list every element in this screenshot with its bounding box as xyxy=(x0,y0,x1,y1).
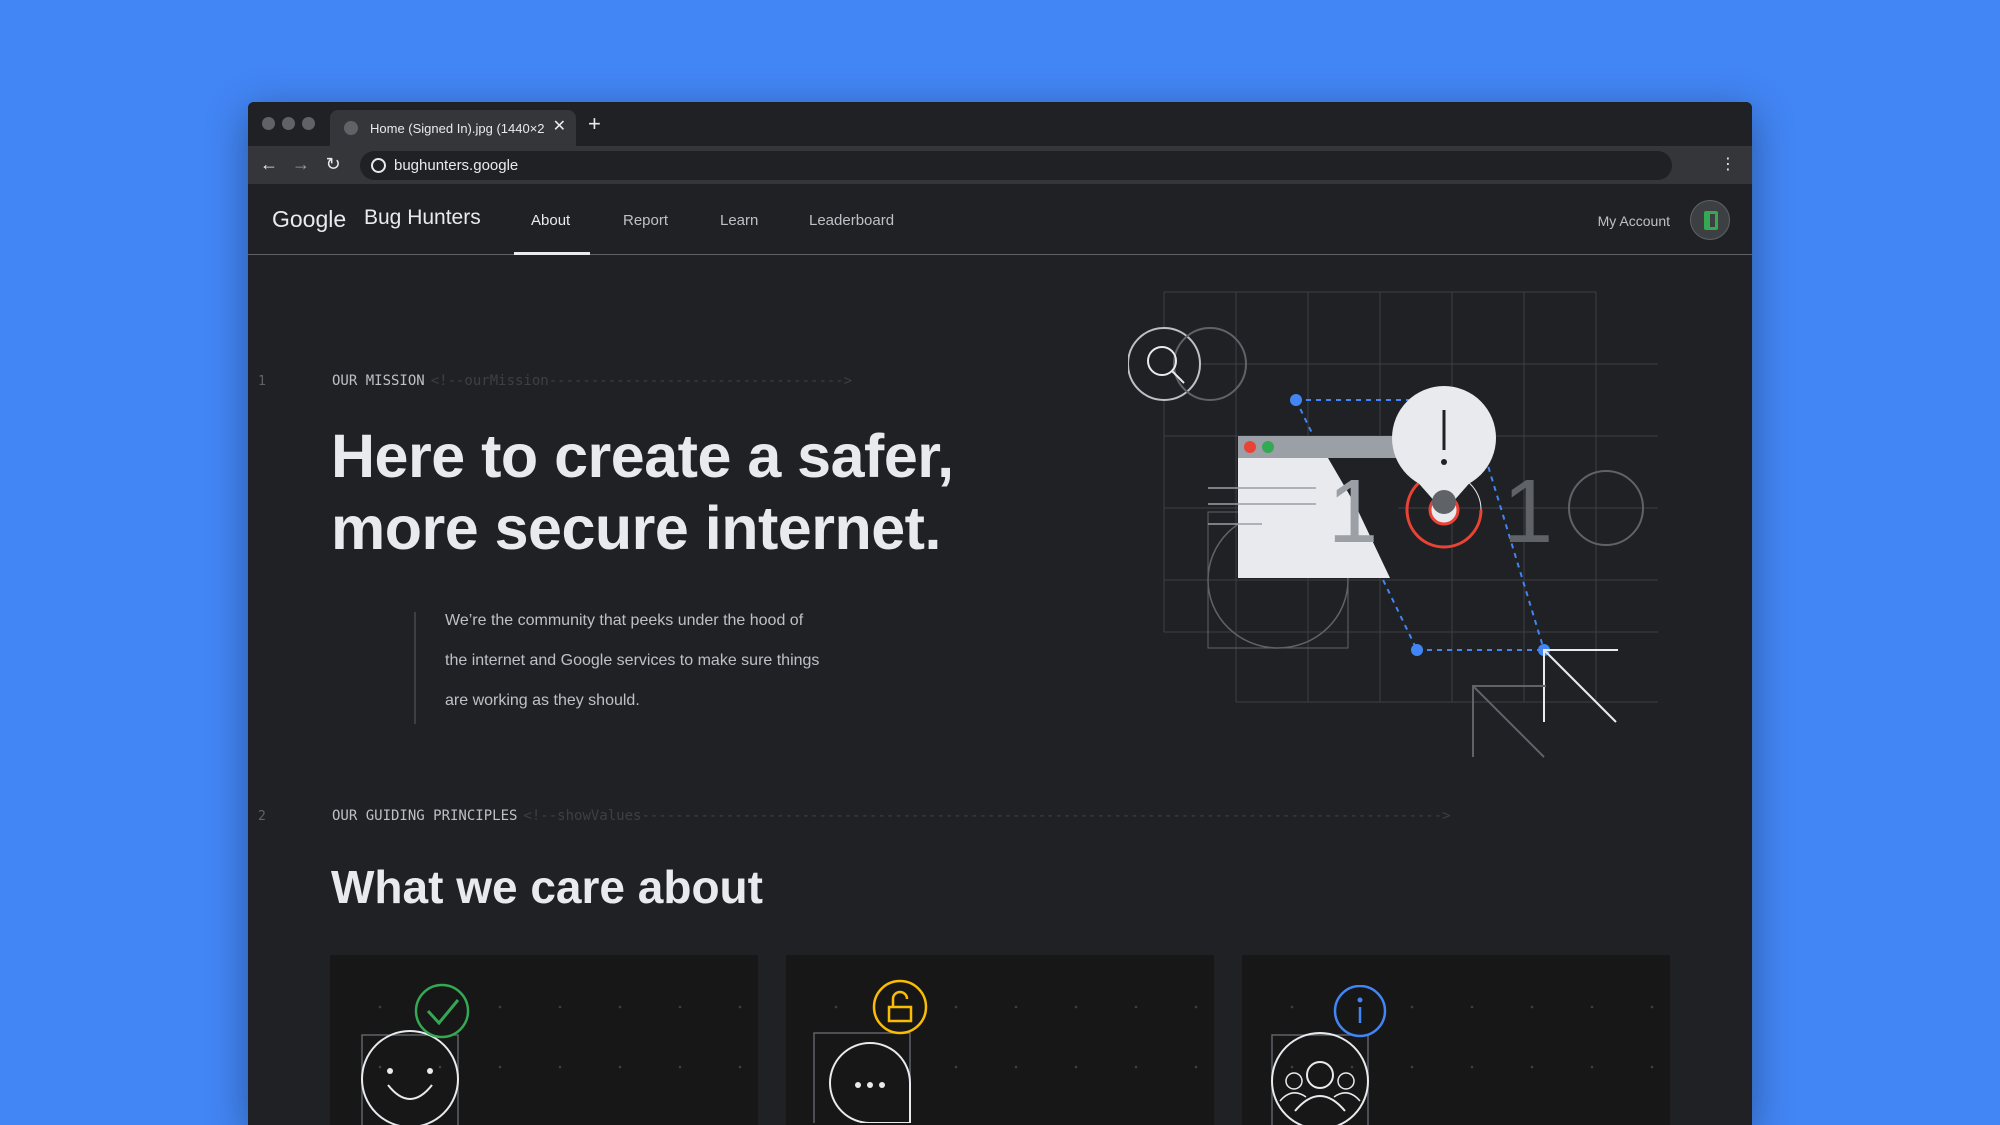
nav-about[interactable]: About xyxy=(531,212,570,229)
svg-text:1: 1 xyxy=(1328,462,1378,562)
title-line-2: more secure internet. xyxy=(331,494,941,562)
window-minimize-dot[interactable] xyxy=(282,117,295,130)
tab-title: Home (Signed In).jpg (1440×2 xyxy=(370,120,545,136)
my-account-link[interactable]: My Account xyxy=(1598,213,1670,229)
nav-leaderboard[interactable]: Leaderboard xyxy=(809,212,894,229)
close-icon[interactable]: ✕ xyxy=(553,119,566,135)
line-number-1: 1 xyxy=(258,374,266,389)
google-logo[interactable]: Google xyxy=(272,206,346,233)
mission-label: OUR MISSION <!--ourMission---------------… xyxy=(332,373,852,389)
principles-label-text: OUR GUIDING PRINCIPLES xyxy=(332,808,518,824)
mission-label-text: OUR MISSION xyxy=(332,373,425,389)
principles-comment: <!--showValues--------------------------… xyxy=(523,808,1451,824)
avatar[interactable] xyxy=(1690,200,1730,240)
svg-text:1: 1 xyxy=(1503,462,1553,562)
window-zoom-dot[interactable] xyxy=(302,117,315,130)
alert-pin-icon xyxy=(1392,386,1496,514)
magnifier-icon xyxy=(1128,327,1201,401)
reload-icon[interactable]: ↻ xyxy=(322,154,344,174)
product-logo[interactable]: Bug Hunters xyxy=(364,206,481,230)
line-number-2: 2 xyxy=(258,809,266,824)
forward-arrow-icon[interactable]: → xyxy=(290,154,312,174)
value-card-3[interactable] xyxy=(1242,955,1670,1125)
description-line-3: are working as they should. xyxy=(445,692,640,709)
new-tab-plus-icon[interactable]: + xyxy=(588,113,601,135)
principles-label: OUR GUIDING PRINCIPLES <!--showValues----… xyxy=(332,808,1451,824)
value-card-1[interactable] xyxy=(330,955,758,1125)
address-bar[interactable]: bughunters.google xyxy=(360,151,1672,180)
globe-icon xyxy=(344,121,358,135)
kebab-menu-icon[interactable]: ⋮ xyxy=(1720,155,1736,175)
active-nav-indicator xyxy=(514,252,590,255)
mission-description: We’re the community that peeks under the… xyxy=(445,601,865,721)
mission-comment: <!--ourMission--------------------------… xyxy=(430,373,853,389)
nav-report[interactable]: Report xyxy=(623,212,668,229)
section-title: What we care about xyxy=(331,861,763,913)
smile-check-icon xyxy=(361,983,470,1125)
browser-window: Home (Signed In).jpg (1440×2 ✕ + ← → ↻ b… xyxy=(248,102,1752,1125)
window-close-dot[interactable] xyxy=(262,117,275,130)
people-info-icon xyxy=(1271,985,1387,1125)
site-header: Google Bug Hunters About Report Learn Le… xyxy=(248,184,1752,255)
chat-lock-icon xyxy=(813,979,928,1123)
title-line-1: Here to create a safer, xyxy=(331,422,954,490)
description-line-1: We’re the community that peeks under the… xyxy=(445,612,804,629)
value-card-2[interactable] xyxy=(786,955,1214,1125)
back-arrow-icon[interactable]: ← xyxy=(258,154,280,174)
site-info-icon[interactable] xyxy=(371,158,386,173)
tab-strip: Home (Signed In).jpg (1440×2 ✕ + xyxy=(248,102,1752,146)
security-illustration: 1 1 xyxy=(1128,291,1658,758)
page-title: Here to create a safer, more secure inte… xyxy=(331,420,1031,564)
nav-learn[interactable]: Learn xyxy=(720,212,758,229)
address-url: bughunters.google xyxy=(394,157,519,174)
browser-tab[interactable]: Home (Signed In).jpg (1440×2 ✕ xyxy=(330,110,576,146)
browser-toolbar: ← → ↻ bughunters.google ⋮ xyxy=(248,146,1752,184)
quote-divider xyxy=(414,612,416,724)
description-line-2: the internet and Google services to make… xyxy=(445,652,820,669)
